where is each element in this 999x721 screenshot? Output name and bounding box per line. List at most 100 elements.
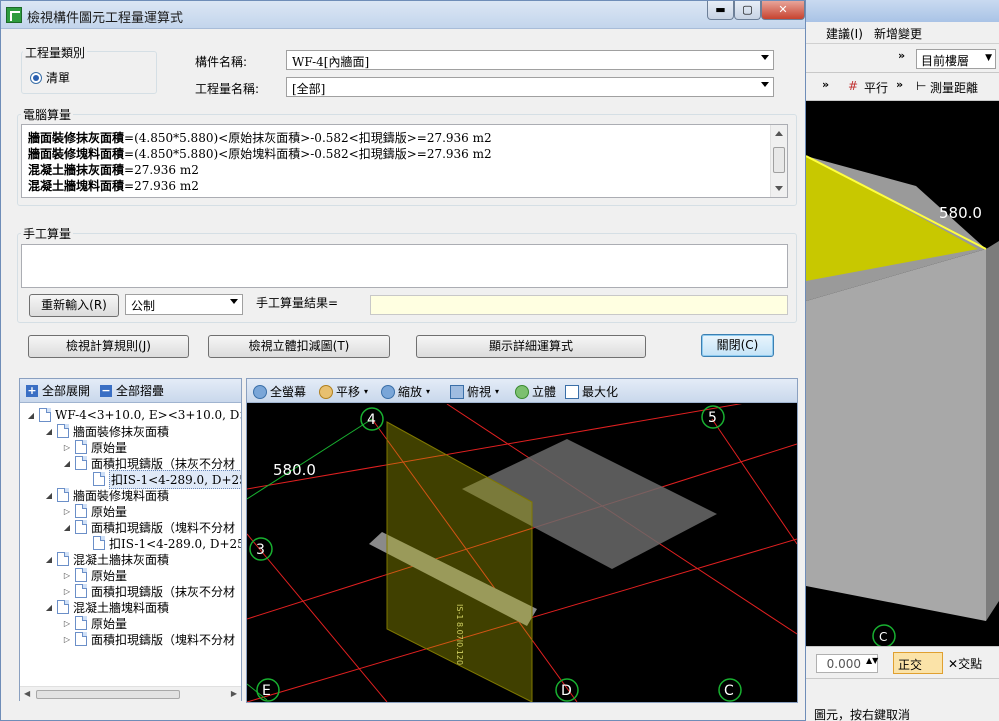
reset-input-button[interactable]: 重新輸入(R) (29, 294, 119, 317)
pan-button[interactable]: 平移 ▾ (319, 383, 368, 400)
measure-icon: ⊢ (916, 79, 927, 93)
category-radio-list[interactable]: 清單 (30, 69, 70, 86)
3d-canvas[interactable]: IS-1 8.07I0.120 4 5 3 E D C 580.0 (247, 393, 797, 702)
quantity-expression-dialog: 檢視構件圖元工程量運算式 ▬ ▢ ✕ 工程量類別 清單 構件名稱: WF-4[內… (0, 0, 806, 721)
tree-expand-icon[interactable]: ▷ (62, 587, 72, 596)
chevron-down-icon[interactable]: ▾ (495, 387, 499, 396)
toolbar-overflow-icon[interactable]: » (896, 78, 903, 91)
deduction-3d-view-panel: 全螢幕 平移 ▾ 縮放 ▾ 俯視 ▾ 立體 最大化 IS-1 8.07I0.12… (246, 378, 798, 703)
view-calc-rules-label: 檢視計算規則(J) (66, 339, 151, 353)
tree-node[interactable]: ▷ 原始量 (62, 503, 127, 519)
tree-node[interactable]: ▷ 面積扣現鑄版（塊料不分材 (62, 631, 235, 647)
maximize-button[interactable]: ▢ (734, 1, 761, 20)
tree-node[interactable]: ◢ 牆面裝修塊料面積 (44, 487, 169, 503)
tree-node[interactable]: 扣IS-1<4-289.0, D+250.8 (80, 535, 241, 551)
radio-selected-icon[interactable] (30, 71, 42, 84)
tree-expand-icon[interactable]: ▷ (62, 635, 72, 644)
tree-node[interactable]: ▷ 面積扣現鑄版（抹灰不分材 (62, 583, 235, 599)
close-button[interactable]: 關閉(C) (701, 334, 774, 357)
tree-node[interactable]: ▷ 原始量 (62, 567, 127, 583)
computer-calc-textbox[interactable]: 牆面裝修抹灰面積=(4.850*5.880)<原始抹灰面積>-0.582<扣現鑄… (21, 124, 788, 198)
tree-node[interactable]: ◢ 牆面裝修抹灰面積 (44, 423, 169, 439)
tree-expand-icon[interactable]: ◢ (62, 459, 72, 468)
expand-all-button[interactable]: + 全部展開 (26, 382, 90, 399)
tree-node[interactable]: ◢ 混凝土牆抹灰面積 (44, 551, 169, 567)
app-icon (6, 7, 22, 23)
tree-expand-icon[interactable]: ▷ (62, 571, 72, 580)
axis-label-3: 3 (256, 542, 265, 558)
close-icon: ✕ (778, 3, 788, 16)
view-3d-deduct-button[interactable]: 檢視立體扣減圖(T) (208, 335, 390, 358)
background-titlebar (806, 0, 999, 22)
toolbar-overflow-icon[interactable]: » (822, 78, 829, 91)
close-window-button[interactable]: ✕ (761, 1, 805, 20)
solid-view-button[interactable]: 立體 (515, 383, 556, 400)
tree-expand-icon[interactable]: ▷ (62, 443, 72, 452)
tree-expand-icon[interactable]: ◢ (44, 555, 54, 564)
calc-line: 混凝土牆抹灰面積=27.936 m2 (28, 161, 199, 178)
quantity-name-select[interactable]: [全部] (286, 77, 774, 97)
tree-expand-icon[interactable]: ◢ (44, 491, 54, 500)
document-icon (75, 440, 87, 454)
scroll-thumb[interactable] (36, 690, 180, 699)
tree-node[interactable]: ◢ 面積扣現鑄版（塊料不分材 (62, 519, 235, 535)
top-view-button[interactable]: 俯視 ▾ (450, 383, 499, 400)
manual-result-field[interactable] (370, 295, 788, 315)
background-3d-viewport[interactable]: 580.0 C (806, 101, 999, 648)
tree-expand-icon[interactable]: ◢ (44, 603, 54, 612)
quantity-name-value: [全部] (292, 82, 326, 96)
tree-expand-icon[interactable]: ▷ (62, 619, 72, 628)
document-icon (57, 424, 69, 438)
maximize-view-button[interactable]: 最大化 (565, 383, 618, 400)
tree-node[interactable]: ◢ 混凝土牆塊料面積 (44, 599, 169, 615)
tree-expand-icon[interactable]: ◢ (62, 523, 72, 532)
unit-select[interactable]: 公制 (125, 294, 243, 315)
menu-suggestion[interactable]: 建議(I) (826, 25, 863, 42)
component-name-select[interactable]: WF-4[內牆面] (286, 50, 774, 70)
category-radio-label: 清單 (46, 71, 71, 85)
fullscreen-button[interactable]: 全螢幕 (253, 383, 306, 400)
tree-expand-icon[interactable]: ▷ (62, 507, 72, 516)
tree-node-label: 扣IS-1<4-289.0, D+250.8 (109, 536, 241, 551)
calc-line-expr: =27.936 m2 (124, 163, 199, 177)
document-icon (57, 600, 69, 614)
tree-horizontal-scrollbar[interactable]: ◀ ▶ (20, 686, 241, 701)
manual-calc-textbox[interactable] (21, 244, 788, 288)
tree-node[interactable]: ▷ 原始量 (62, 439, 127, 455)
show-detail-expression-button[interactable]: 顯示詳細運算式 (416, 335, 646, 358)
tree-node-selected[interactable]: 扣IS-1<4-289.0, D+250.8 (80, 469, 241, 489)
close-label: 關閉(C) (716, 338, 759, 352)
scroll-left-icon[interactable]: ◀ (24, 689, 30, 698)
tree-node-root[interactable]: ◢ WF-4<3+10.0, E><3+10.0, D> (26, 407, 241, 423)
document-icon (75, 568, 87, 582)
dialog-titlebar[interactable]: 檢視構件圖元工程量運算式 ▬ ▢ ✕ (1, 1, 805, 29)
zoom-label: 縮放 (398, 385, 423, 399)
chevron-down-icon[interactable]: ▾ (364, 387, 368, 396)
zoom-button[interactable]: 縮放 ▾ (381, 383, 430, 400)
document-icon (93, 472, 105, 486)
tree-node[interactable]: ▷ 原始量 (62, 615, 127, 631)
calc-line: 混凝土牆塊料面積=27.936 m2 (28, 177, 199, 194)
tree-expand-icon[interactable]: ◢ (26, 411, 36, 420)
coord-value: 0.000 (826, 657, 861, 671)
scroll-up-icon[interactable] (775, 131, 783, 136)
current-floor-select[interactable]: 目前樓層 ▼ (916, 49, 996, 69)
scroll-thumb[interactable] (773, 147, 785, 173)
parallel-button[interactable]: 平行 (864, 79, 888, 96)
scroll-right-icon[interactable]: ▶ (231, 689, 237, 698)
minimize-button[interactable]: ▬ (707, 1, 734, 20)
chevron-down-icon (761, 55, 769, 60)
chevron-down-icon[interactable]: ▾ (426, 387, 430, 396)
measure-distance-button[interactable]: 測量距離 (930, 79, 978, 96)
scroll-down-icon[interactable] (775, 186, 783, 191)
view-calc-rules-button[interactable]: 檢視計算規則(J) (28, 335, 189, 358)
calc-scrollbar[interactable] (770, 125, 787, 197)
ortho-toggle[interactable]: 正交 (893, 652, 943, 674)
intersect-toggle[interactable]: ✕交點 (948, 655, 982, 672)
collapse-all-button[interactable]: − 全部摺疊 (100, 382, 164, 399)
spinner-icon[interactable]: ▲▼ (866, 656, 878, 665)
toolbar-overflow-icon[interactable]: » (898, 49, 905, 62)
menu-new-change[interactable]: 新增變更 (874, 25, 922, 42)
intersect-label: 交點 (958, 657, 983, 671)
tree-expand-icon[interactable]: ◢ (44, 427, 54, 436)
